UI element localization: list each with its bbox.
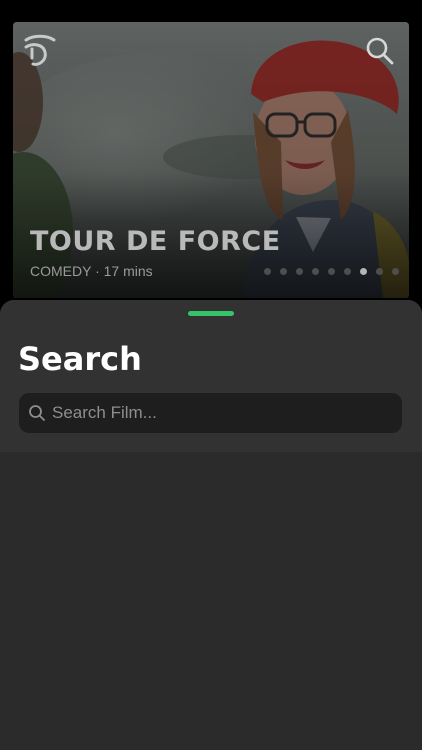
featured-film-meta: COMEDY · 17 mins xyxy=(30,263,153,279)
search-sheet-header: Search xyxy=(0,300,422,452)
featured-film-banner[interactable]: TOUR DE FORCE COMEDY · 17 mins xyxy=(13,22,409,298)
sheet-grabber-handle[interactable] xyxy=(188,311,234,316)
carousel-dot[interactable] xyxy=(376,268,383,275)
magnifier-icon xyxy=(29,405,45,421)
search-icon[interactable] xyxy=(365,36,395,66)
search-sheet-title: Search xyxy=(18,340,142,378)
carousel-dot[interactable] xyxy=(392,268,399,275)
carousel-dot[interactable] xyxy=(344,268,351,275)
app-screen: TOUR DE FORCE COMEDY · 17 mins Search xyxy=(0,0,422,750)
featured-film-title: TOUR DE FORCE xyxy=(30,226,281,257)
brand-logo-icon[interactable] xyxy=(23,32,57,70)
search-field-container[interactable] xyxy=(19,393,402,433)
carousel-dot[interactable] xyxy=(312,268,319,275)
search-sheet: Search xyxy=(0,300,422,750)
carousel-dot[interactable] xyxy=(328,268,335,275)
search-film-input[interactable] xyxy=(52,394,402,432)
carousel-dot[interactable] xyxy=(280,268,287,275)
carousel-dot[interactable] xyxy=(264,268,271,275)
carousel-dot[interactable] xyxy=(296,268,303,275)
carousel-page-indicator[interactable] xyxy=(264,268,399,275)
carousel-dot[interactable] xyxy=(360,268,367,275)
